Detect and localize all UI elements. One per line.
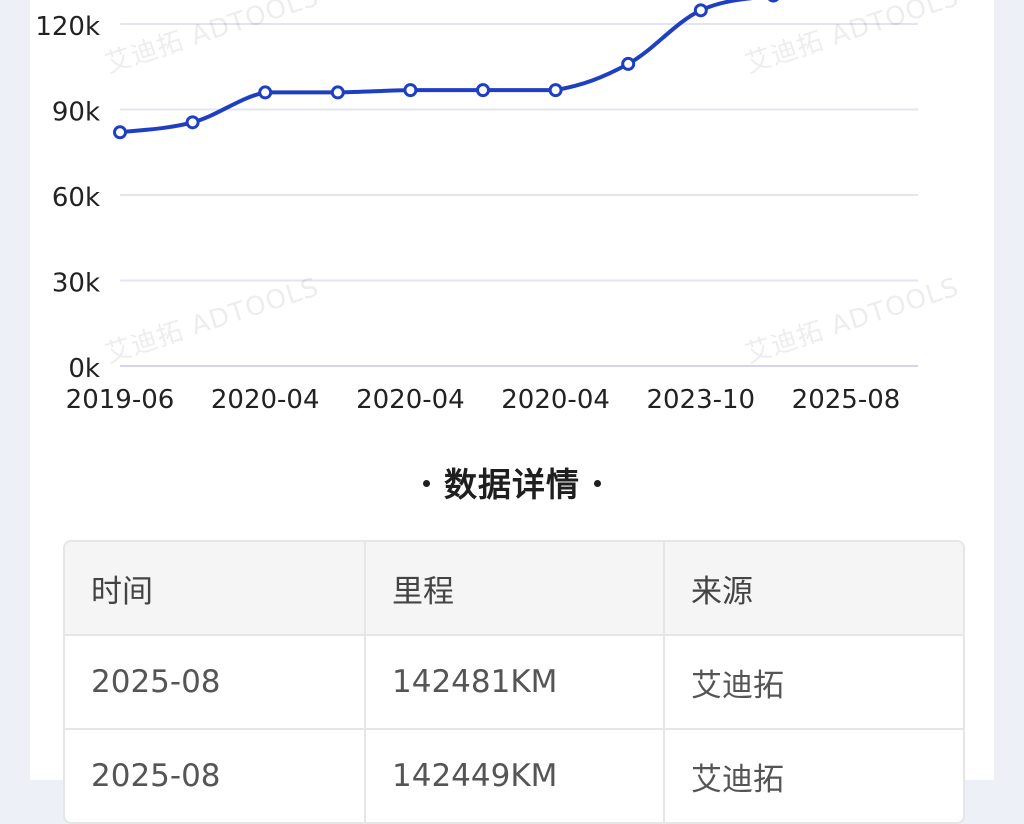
section-title-text: 数据详情 (444, 465, 580, 504)
y-tick-label: 30k (52, 269, 100, 299)
cell-source: 艾迪拓 (663, 730, 962, 822)
y-tick-label: 120k (35, 12, 100, 42)
column-header-mileage: 里程 (364, 542, 663, 634)
cell-time: 2025-08 (91, 664, 221, 700)
data-point (768, 0, 779, 3)
data-point (693, 3, 708, 18)
data-point (113, 125, 127, 140)
data-point (330, 85, 345, 100)
data-point (403, 83, 418, 98)
table-row: 2025-08 142481KM 艾迪拓 (65, 634, 963, 728)
data-point (258, 85, 273, 100)
cell-time: 2025-08 (91, 758, 221, 794)
cell-mileage: 142481KM (364, 636, 663, 728)
y-tick-label: 0k (68, 354, 100, 384)
mileage-chart: 0k 30k 60k 90k 120k 2019-06 2020-04 2020-04 2020… (0, 0, 1024, 440)
x-tick-label: 2020-04 (501, 385, 610, 415)
series-line (119, 0, 753, 135)
data-point (185, 115, 200, 130)
section-title: 数据详情 (0, 458, 1024, 506)
table-header-row: 时间 里程 来源 (65, 542, 963, 634)
bullet-dot-icon (594, 480, 601, 487)
details-table: 时间 里程 来源 2025-08 142481KM 艾迪拓 2025-08 14… (63, 540, 965, 824)
y-tick-label: 90k (52, 98, 100, 128)
cell-mileage: 142449KM (364, 730, 663, 822)
x-tick-label: 2020-04 (211, 385, 320, 415)
x-tick-label: 2025-08 (792, 385, 901, 415)
data-point (621, 56, 636, 71)
y-tick-label: 60k (52, 183, 100, 213)
x-tick-label: 2020-04 (356, 385, 465, 415)
bullet-dot-icon (423, 480, 430, 487)
column-header-time: 时间 (91, 573, 153, 610)
x-tick-label: 2023-10 (646, 385, 755, 415)
x-tick-label: 2019-06 (66, 385, 175, 415)
data-point (548, 83, 563, 98)
cell-source: 艾迪拓 (663, 636, 962, 728)
data-point (476, 83, 490, 98)
mileage-line-chart: 0k 30k 60k 90k 120k 2019-06 2020-04 2020-04 2020… (35, 0, 918, 415)
column-header-source: 来源 (663, 542, 962, 634)
table-row: 2025-08 142449KM 艾迪拓 (65, 728, 963, 822)
